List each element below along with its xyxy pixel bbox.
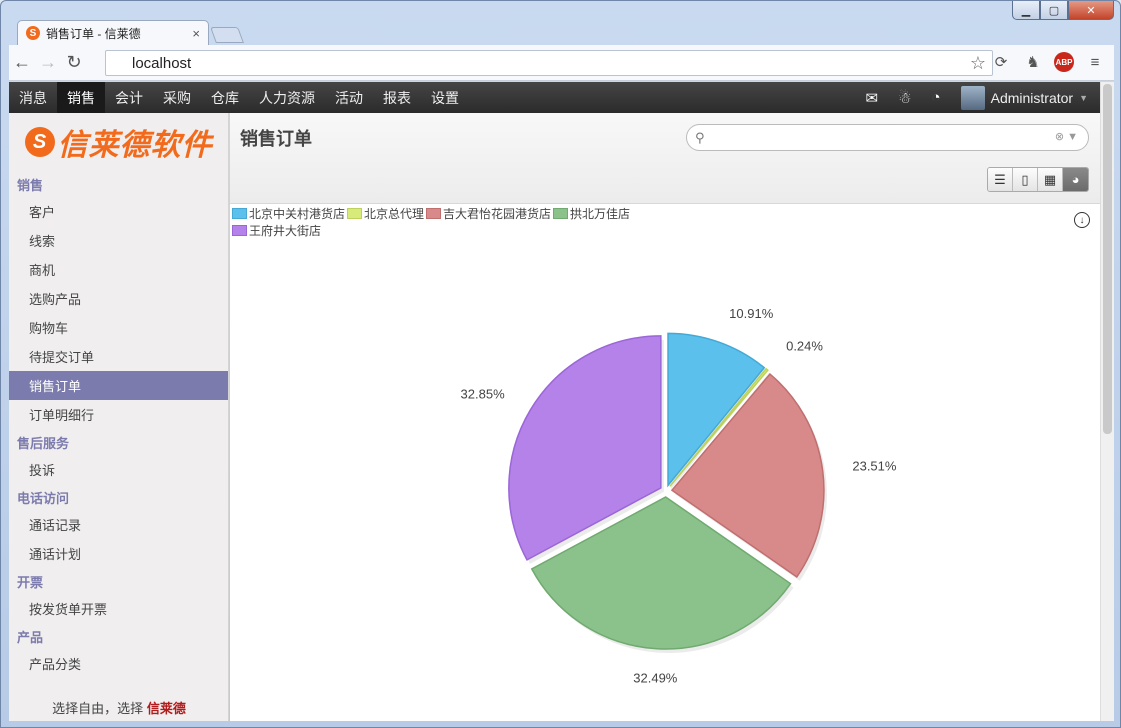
legend-swatch <box>232 208 247 219</box>
menu-item-accounting[interactable]: 会计 <box>105 82 153 113</box>
legend-item[interactable]: 北京总代理 <box>347 205 424 222</box>
menu-item-events[interactable]: 活动 <box>325 82 373 113</box>
view-header: 销售订单 ⚲ ⊗ ▼ ☰ ▯ ▦ ◕ <box>230 113 1100 204</box>
sidebar-section-invoicing: 开票 <box>17 575 44 590</box>
search-box[interactable]: ⚲ ⊗ ▼ <box>686 124 1089 151</box>
minimize-button[interactable]: ▁ <box>1012 1 1040 20</box>
adblock-extension-icon[interactable]: ABP <box>1054 52 1074 72</box>
menu-item-warehouse[interactable]: 仓库 <box>201 82 249 113</box>
logo-mark-icon: S <box>24 127 55 157</box>
appbar-right: ✉ ☃ ◔ Administrator ▼ <box>866 85 1100 110</box>
sidebar-item-sales-orders[interactable]: 销售订单 <box>9 371 228 400</box>
menu-item-sales[interactable]: 销售 <box>57 82 105 113</box>
sidebar-item-call-plans[interactable]: 通话计划 <box>9 539 228 568</box>
search-options-icon[interactable]: ⊗ ▼ <box>1055 130 1078 143</box>
sidebar-item-product-categories[interactable]: 产品分类 <box>9 649 228 678</box>
sidebar-section-products: 产品 <box>17 630 44 645</box>
new-tab-button[interactable] <box>210 27 244 43</box>
footer-slogan: 选择自由，选择 <box>52 701 144 716</box>
calendar-view-button[interactable]: ▦ <box>1038 168 1063 191</box>
scroll-thumb[interactable] <box>1103 84 1112 434</box>
pie-slice-label: 10.91% <box>729 306 774 321</box>
pie-chart: 10.91% 0.24% 23.51% 32.49% 32.85% <box>461 306 897 686</box>
sidebar-section-after-sales: 售后服务 <box>17 436 70 451</box>
pie-slice-label: 32.85% <box>461 387 506 402</box>
chevron-down-icon: ▼ <box>1079 92 1088 103</box>
sidebar-item-invoice-by-delivery[interactable]: 按发货单开票 <box>9 594 228 623</box>
user-menu[interactable]: Administrator ▼ <box>960 85 1088 110</box>
legend-item[interactable]: 北京中关村港货店 <box>232 205 345 222</box>
sync-extension-icon[interactable]: ⟳ <box>990 51 1012 73</box>
bookmark-star-icon[interactable]: ☆ <box>970 53 986 74</box>
address-bar[interactable]: localhost ☆ <box>105 50 993 76</box>
sidebar-item-cart[interactable]: 购物车 <box>9 313 228 342</box>
sidebar-item-call-logs[interactable]: 通话记录 <box>9 510 228 539</box>
pie-slice-label: 23.51% <box>852 458 897 473</box>
sidebar-section-phone-visits: 电话访问 <box>17 491 70 506</box>
legend-label: 北京总代理 <box>364 207 425 221</box>
sidebar-item-select-products[interactable]: 选购产品 <box>9 284 228 313</box>
avatar <box>960 85 985 110</box>
pie-slice-label: 32.49% <box>633 671 678 686</box>
sidebar-section-sales: 销售 <box>17 178 44 193</box>
menu-item-messages[interactable]: 消息 <box>9 82 57 113</box>
legend-label: 北京中关村港货店 <box>249 207 346 221</box>
sidebar-item-pending-orders[interactable]: 待提交订单 <box>9 342 228 371</box>
legend-label: 吉大君怡花园港货店 <box>443 207 552 221</box>
form-view-button[interactable]: ▯ <box>1013 168 1038 191</box>
brand-logo[interactable]: S 信莱德软件 <box>9 113 228 171</box>
reload-icon[interactable]: ↻ <box>61 52 87 73</box>
maximize-button[interactable]: ▢ <box>1040 1 1068 20</box>
app-top-menu: 消息 销售 会计 采购 仓库 人力资源 活动 报表 设置 ✉ ☃ ◔ Admin… <box>9 82 1100 113</box>
sidebar-item-complaints[interactable]: 投诉 <box>9 455 228 484</box>
close-window-button[interactable]: ✕ <box>1068 1 1114 20</box>
sidebar-item-leads[interactable]: 线索 <box>9 226 228 255</box>
back-icon[interactable]: ← <box>9 52 35 73</box>
menu-item-settings[interactable]: 设置 <box>421 82 469 113</box>
legend-item[interactable]: 吉大君怡花园港货店 <box>426 205 551 222</box>
sidebar-item-opportunities[interactable]: 商机 <box>9 255 228 284</box>
timer-icon[interactable]: ◔ <box>932 89 941 106</box>
address-text: localhost <box>132 54 192 72</box>
mail-icon[interactable]: ✉ <box>866 89 879 107</box>
legend-label: 拱北万佳店 <box>570 207 631 221</box>
sidebar-item-order-lines[interactable]: 订单明细行 <box>9 400 228 429</box>
legend-swatch <box>553 208 569 219</box>
sidebar-item-customers[interactable]: 客户 <box>9 197 228 226</box>
legend-swatch <box>426 208 442 219</box>
footer-brand-link[interactable]: 信莱德 <box>147 701 186 716</box>
evernote-extension-icon[interactable]: ♞ <box>1022 51 1044 73</box>
pie-slice-label: 0.24% <box>786 338 823 353</box>
download-icon[interactable]: ↓ <box>1074 212 1090 228</box>
forward-icon[interactable]: → <box>35 52 61 73</box>
page-scrollbar[interactable] <box>1100 82 1114 721</box>
chrome-menu-icon[interactable]: ≡ <box>1084 51 1106 73</box>
menu-item-purchase[interactable]: 采购 <box>153 82 201 113</box>
sidebar: S 信莱德软件 销售 客户 线索 商机 选购产品 购物车 待提交订单 销售订单 … <box>9 113 229 721</box>
browser-tab[interactable]: S 销售订单 - 信莱德 × <box>17 20 209 45</box>
page-title: 销售订单 <box>240 129 312 149</box>
menu-item-hr[interactable]: 人力资源 <box>249 82 325 113</box>
window-controls: ▁ ▢ ✕ <box>1012 1 1114 20</box>
logo-text: 信莱德软件 <box>57 128 213 163</box>
list-view-button[interactable]: ☰ <box>988 168 1013 191</box>
extension-icons: ⟳ ♞ ABP ≡ <box>990 51 1106 73</box>
view-switcher: ☰ ▯ ▦ ◕ <box>987 167 1089 192</box>
tab-title: 销售订单 - 信莱德 <box>46 26 141 41</box>
search-icon: ⚲ <box>695 129 705 145</box>
favicon-icon: S <box>26 26 40 40</box>
browser-toolbar: ← → ↻ localhost ☆ ⟳ ♞ ABP ≡ <box>9 45 1114 81</box>
sidebar-footer: 选择自由，选择 信莱德 <box>9 698 228 717</box>
legend-swatch <box>347 208 363 219</box>
qq-chat-icon[interactable]: ☃ <box>898 89 911 107</box>
graph-view-button[interactable]: ◕ <box>1063 168 1088 191</box>
legend-item[interactable]: 拱北万佳店 <box>553 205 630 222</box>
menu-item-reports[interactable]: 报表 <box>373 82 421 113</box>
tab-close-icon[interactable]: × <box>192 26 200 41</box>
user-name: Administrator <box>990 89 1074 106</box>
main-content: 销售订单 ⚲ ⊗ ▼ ☰ ▯ ▦ ◕ 北京中关村港货店 北京总代理 吉大君怡花园港货… <box>230 113 1100 721</box>
browser-window: ▁ ▢ ✕ S 销售订单 - 信莱德 × ← → ↻ localhost ☆ ⟳… <box>0 0 1121 728</box>
